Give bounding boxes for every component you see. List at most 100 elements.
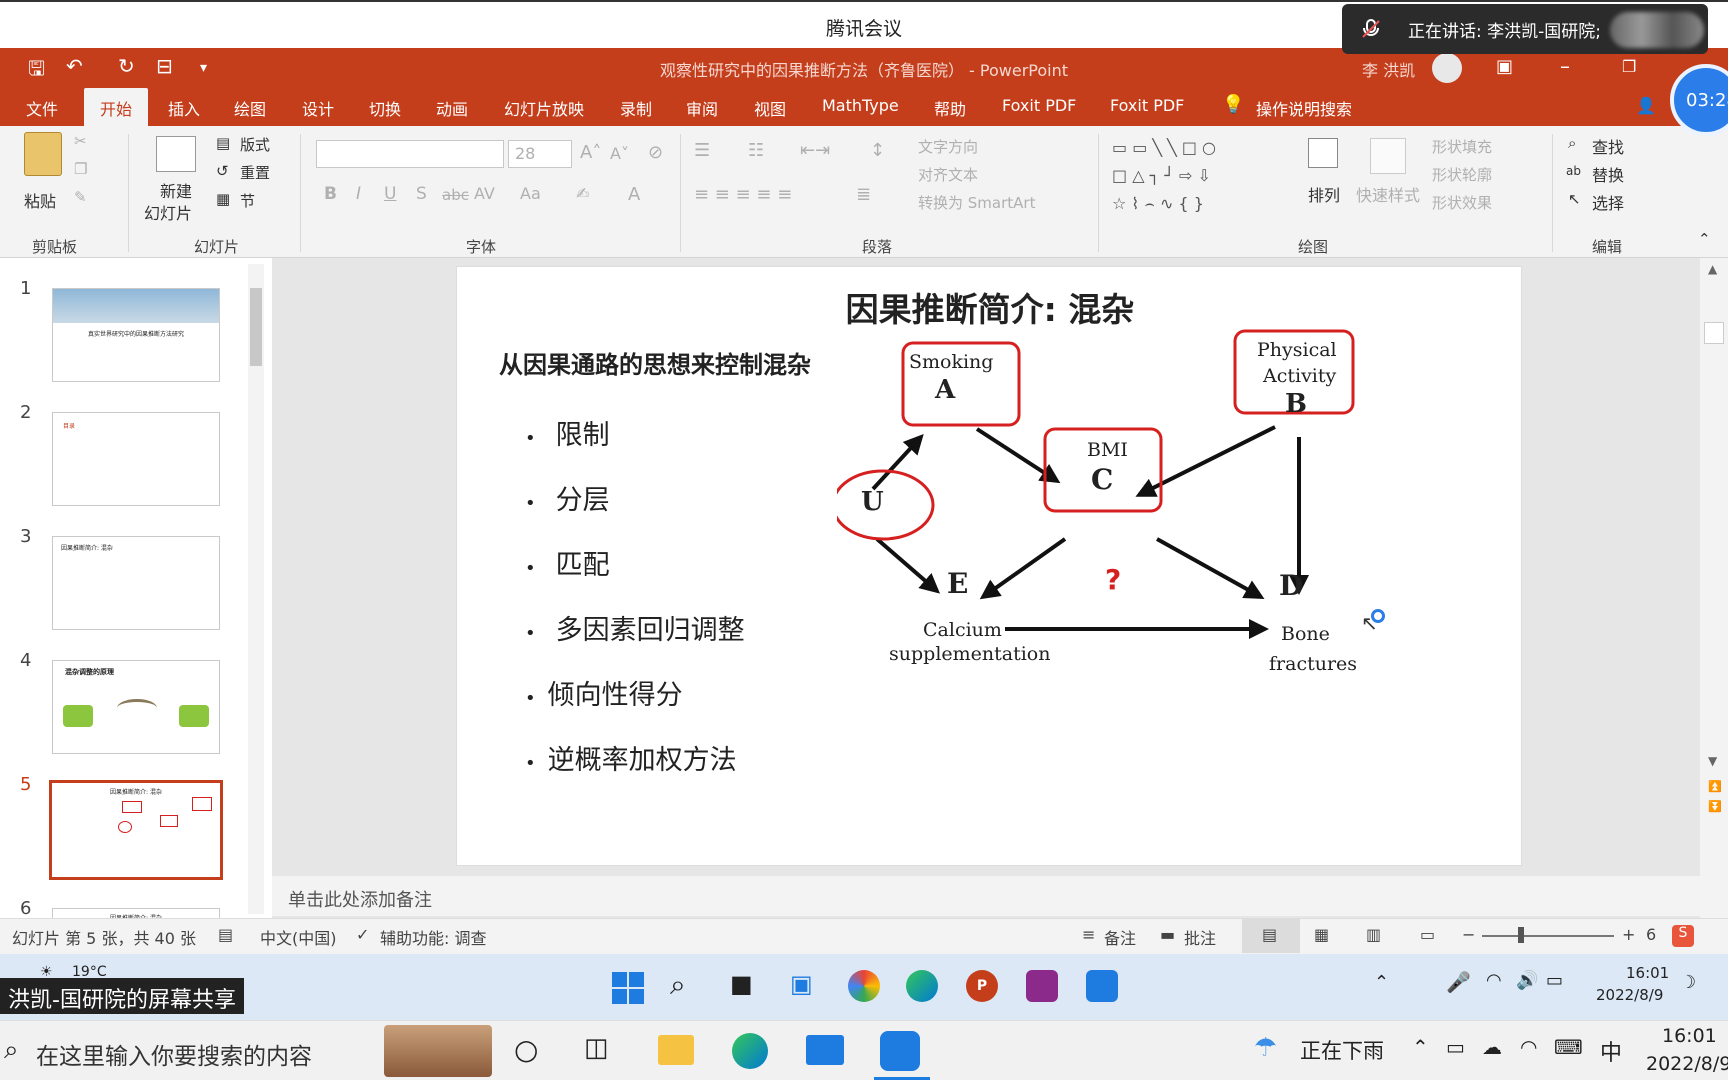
slide-scrollbar[interactable]: ▲ ▼ ⏫ ⏬	[1700, 258, 1728, 918]
edge-icon[interactable]	[906, 970, 938, 1002]
accessibility-status[interactable]: 辅助功能: 调查	[380, 925, 486, 949]
task-view-icon[interactable]: ■	[730, 970, 753, 998]
reset-button[interactable]: 重置	[240, 162, 270, 183]
remote-search-icon[interactable]: ⌕	[670, 968, 686, 1002]
comments-button[interactable]: 批注	[1184, 925, 1216, 949]
underline-icon[interactable]: U	[384, 184, 396, 204]
tab-record[interactable]: 录制	[620, 96, 652, 120]
smartart-button[interactable]: 转换为 SmartArt	[918, 192, 1035, 213]
bold-icon[interactable]: B	[324, 184, 337, 204]
prev-slide-icon[interactable]: ⏫	[1708, 780, 1722, 793]
taskbar-search-box[interactable]: 在这里输入你要搜索的内容	[36, 1037, 312, 1071]
paste-button[interactable]: 粘贴	[24, 188, 56, 212]
tab-foxit-pdf-2[interactable]: Foxit PDF	[1110, 96, 1184, 115]
reading-view-icon[interactable]: ▥	[1366, 925, 1381, 944]
tab-insert[interactable]: 插入	[168, 96, 200, 120]
tencent-meeting-icon[interactable]	[1086, 970, 1118, 1002]
pdf-app-icon[interactable]	[1026, 970, 1058, 1002]
share-person-icon[interactable]: 👤	[1636, 96, 1656, 115]
cut-icon[interactable]: ✂	[74, 132, 87, 150]
restore-icon[interactable]: ❐	[1622, 57, 1636, 76]
scroll-down-icon[interactable]: ▼	[1708, 754, 1717, 768]
grow-font-icon[interactable]: A˄	[580, 142, 601, 163]
clock-date[interactable]: 2022/8/9	[1646, 1053, 1728, 1075]
shape-fill-button[interactable]: 形状填充	[1432, 136, 1492, 157]
tab-mathtype[interactable]: MathType	[822, 96, 899, 115]
ribbon-display-icon[interactable]: ▣	[1496, 56, 1513, 77]
format-painter-icon[interactable]: ✎	[74, 188, 87, 206]
mic-icon[interactable]: 🎤	[1446, 970, 1471, 994]
font-size-field[interactable]: 28	[508, 140, 572, 168]
tab-file[interactable]: 文件	[26, 96, 58, 120]
italic-icon[interactable]: I	[356, 184, 361, 204]
strike-icon[interactable]: abc	[442, 186, 469, 204]
tab-help[interactable]: 帮助	[934, 96, 966, 120]
bullets-icon[interactable]: ☰	[694, 140, 710, 161]
powerpoint-icon[interactable]: P	[966, 970, 998, 1002]
tab-design[interactable]: 设计	[302, 96, 334, 120]
sorter-view-icon[interactable]: ▦	[1314, 925, 1329, 944]
tab-slideshow[interactable]: 幻灯片放映	[504, 96, 584, 120]
section-button[interactable]: 节	[240, 190, 255, 211]
align-icons[interactable]: ≡ ≡ ≡ ≡ ≡	[694, 184, 792, 205]
cortana-icon[interactable]: ○	[514, 1033, 538, 1066]
slide-canvas[interactable]: 因果推断简介: 混杂 从因果通路的思想来控制混杂 • 限制 • 分层 • 匹配 • 多因…	[456, 266, 1522, 866]
app-icon[interactable]: ▣	[790, 970, 813, 998]
line-spacing-icon[interactable]: ↕	[870, 140, 885, 161]
scroll-thumb[interactable]	[250, 288, 262, 366]
avatar[interactable]	[1432, 53, 1462, 83]
zoom-slider-thumb[interactable]	[1518, 927, 1524, 943]
battery-icon[interactable]: ▭	[1546, 970, 1563, 991]
slide-thumbnail-1[interactable]: 真实世界研究中的因果推断方法研究	[52, 288, 220, 382]
keyboard-icon[interactable]: ⌨	[1554, 1035, 1583, 1059]
volume-icon[interactable]: 🔊	[1516, 970, 1538, 991]
tencent-meeting-icon[interactable]	[880, 1031, 920, 1071]
slide-thumbnail-3[interactable]: 因果推断简介: 混杂	[52, 536, 220, 630]
search-icon[interactable]: ⌕	[4, 1035, 19, 1066]
thumbnails-scrollbar[interactable]	[248, 264, 264, 914]
shadow-icon[interactable]: S	[416, 184, 427, 204]
windows-start-icon[interactable]	[612, 972, 644, 1004]
tray-chevron-icon[interactable]: ⌃	[1412, 1035, 1429, 1059]
onedrive-icon[interactable]: ☁	[1482, 1035, 1502, 1059]
scroll-up-icon[interactable]: ▲	[1708, 262, 1717, 276]
numbering-icon[interactable]: ☷	[748, 140, 764, 161]
shrink-font-icon[interactable]: A˅	[610, 144, 629, 163]
clock-time[interactable]: 16:01	[1662, 1025, 1717, 1047]
wifi-icon[interactable]: ◠	[1520, 1035, 1537, 1059]
moon-icon[interactable]: ☽	[1680, 972, 1696, 993]
tab-foxit-pdf-1[interactable]: Foxit PDF	[1002, 96, 1076, 115]
columns-icon[interactable]: ≣	[856, 184, 871, 205]
zoom-slider[interactable]	[1482, 935, 1614, 937]
slide-thumbnail-2[interactable]: 目录	[52, 412, 220, 506]
indent-icon[interactable]: ⇤⇥	[800, 140, 830, 161]
file-explorer-icon[interactable]	[658, 1035, 694, 1065]
zoom-in-icon[interactable]: +	[1622, 925, 1635, 944]
slide-thumbnail-4[interactable]: 混杂调整的原理	[52, 660, 220, 754]
copy-icon[interactable]: ❐	[74, 160, 87, 178]
chrome-icon[interactable]	[848, 970, 880, 1002]
shape-outline-button[interactable]: 形状轮廓	[1432, 164, 1492, 185]
notes-button[interactable]: 备注	[1104, 925, 1136, 949]
account-name[interactable]: 李 洪凯	[1362, 57, 1415, 81]
tab-transitions[interactable]: 切换	[369, 96, 401, 120]
edge-icon[interactable]	[732, 1033, 768, 1069]
highlight-icon[interactable]: ✍	[576, 184, 589, 203]
spellcheck-icon[interactable]: ▤	[218, 925, 233, 944]
zoom-out-icon[interactable]: −	[1462, 925, 1475, 944]
tab-view[interactable]: 视图	[754, 96, 786, 120]
collapse-ribbon-icon[interactable]: ⌃	[1698, 230, 1711, 248]
notes-pane[interactable]: 单击此处添加备注	[272, 876, 1700, 916]
mail-icon[interactable]	[806, 1035, 844, 1065]
font-name-field[interactable]	[316, 140, 504, 168]
shapes-gallery[interactable]: ▭ ▭ ╲ ╲ □ ○ □ △ ┐ ┘ ⇨ ⇩ ☆ ⌇ ⌢ ∿ { }	[1112, 134, 1284, 222]
tell-me-search[interactable]: 操作说明搜索	[1256, 96, 1352, 120]
quick-style-button[interactable]: 快速样式	[1356, 182, 1420, 206]
next-slide-icon[interactable]: ⏬	[1708, 800, 1722, 813]
layout-button[interactable]: 版式	[240, 134, 270, 155]
change-case-icon[interactable]: Aa	[520, 184, 541, 203]
select-button[interactable]: 选择	[1592, 190, 1624, 214]
tab-animations[interactable]: 动画	[436, 96, 468, 120]
tab-review[interactable]: 审阅	[686, 96, 718, 120]
tab-draw[interactable]: 绘图	[234, 96, 266, 120]
